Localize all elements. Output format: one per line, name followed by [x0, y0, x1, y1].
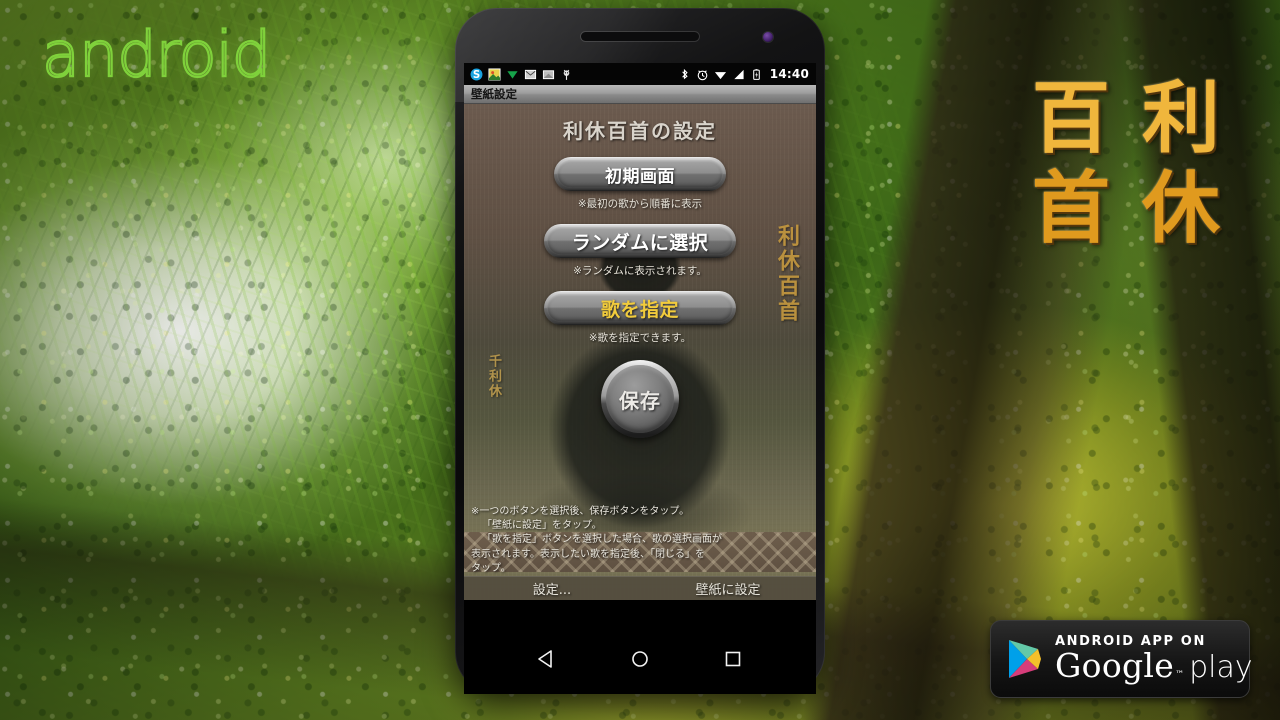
screenshot-stage: android 百 利 首 休 ANDROID APP ON Google ™ p…	[0, 0, 1280, 720]
status-bar-system-icons: 14:40	[678, 67, 809, 81]
phone-device: S 14:40 壁紙設定 利休百首 千利休 利休百首の設定 初期画面 ※最初の歌…	[455, 8, 825, 694]
instruction-line-5: タップ。	[471, 562, 511, 574]
alarm-icon	[697, 69, 708, 80]
recents-square-icon[interactable]	[722, 648, 744, 670]
app-heading: 利休百首の設定	[563, 119, 717, 143]
google-play-badge[interactable]: ANDROID APP ON Google ™ play	[990, 620, 1253, 698]
random-select-button-label: ランダムに選択	[571, 231, 709, 254]
vertical-signature-left: 千利休	[485, 354, 501, 399]
play-triangle-icon	[1009, 640, 1041, 678]
calligraphy-char-3: 首	[1031, 163, 1110, 254]
status-bar: S 14:40	[464, 63, 816, 85]
android-navigation-bar	[464, 624, 816, 694]
instructions-text: ※一つのボタンを選択後、保存ボタンをタップ。 「壁紙に設定」をタップ。 「歌を指…	[464, 505, 816, 576]
badge-product: play	[1189, 650, 1253, 686]
save-button[interactable]: 保存	[601, 360, 679, 438]
phone-screen: S 14:40 壁紙設定 利休百首 千利休 利休百首の設定 初期画面 ※最初の歌…	[464, 63, 816, 624]
specify-song-button-face: 歌を指定	[547, 294, 733, 322]
app-body: 利休百首 千利休 利休百首の設定 初期画面 ※最初の歌から順番に表示 ランダムに…	[464, 104, 816, 600]
earpiece-speaker	[581, 32, 699, 41]
skype-icon: S	[470, 68, 483, 81]
status-bar-notifications: S	[470, 67, 573, 81]
battery-icon	[753, 68, 760, 80]
app-bottom-bar: 設定... 壁紙に設定	[464, 576, 816, 600]
instruction-line-2: 「壁紙に設定」をタップ。	[482, 520, 602, 532]
initial-screen-button-face: 初期画面	[557, 160, 723, 188]
badge-trademark: ™	[1175, 670, 1185, 681]
home-circle-icon[interactable]	[629, 648, 651, 670]
app-title-bar-label: 壁紙設定	[471, 87, 517, 101]
option-group-random: ランダムに選択 ※ランダムに表示されます。	[464, 224, 816, 291]
instruction-line-1: ※一つのボタンを選択後、保存ボタンをタップ。	[471, 506, 690, 518]
option-group-specify: 歌を指定 ※歌を指定できます。	[464, 291, 816, 358]
svg-text:S: S	[473, 70, 480, 81]
calligraphy-title: 百 利 首 休	[1016, 74, 1236, 254]
back-triangle-icon[interactable]	[536, 648, 558, 670]
status-bar-clock: 14:40	[769, 67, 809, 81]
specify-song-note: ※歌を指定できます。	[588, 332, 692, 344]
badge-brand-line: Google ™ play	[1055, 649, 1253, 683]
initial-screen-note: ※最初の歌から順番に表示	[577, 198, 703, 210]
wifi-icon	[714, 71, 726, 79]
calligraphy-char-2: 利	[1141, 73, 1220, 164]
settings-button[interactable]: 設定...	[464, 579, 640, 598]
random-select-note: ※ランダムに表示されます。	[573, 265, 707, 277]
bluetooth-icon	[682, 68, 688, 79]
save-button-label: 保存	[619, 388, 661, 413]
photo-app-icon	[488, 67, 501, 81]
signal-icon	[734, 69, 744, 79]
save-button-face: 保存	[606, 365, 674, 433]
calligraphy-char-1: 百	[1031, 73, 1110, 164]
android-wordmark: android	[41, 17, 273, 92]
set-wallpaper-button[interactable]: 壁紙に設定	[640, 579, 816, 598]
initial-screen-button-label: 初期画面	[605, 166, 675, 187]
envelope-icon	[542, 69, 555, 79]
calligraphy-char-4: 休	[1141, 163, 1220, 254]
vertical-title-right: 利休百首	[774, 224, 800, 324]
app-title-bar: 壁紙設定	[464, 85, 816, 104]
instruction-line-4: 表示されます。表示したい歌を指定後、「閉じる」を	[471, 548, 705, 560]
random-select-button-face: ランダムに選択	[547, 227, 733, 255]
front-camera	[763, 32, 773, 42]
option-group-initial: 初期画面 ※最初の歌から順番に表示	[464, 157, 816, 224]
random-select-button[interactable]: ランダムに選択	[544, 224, 736, 258]
specify-song-button[interactable]: 歌を指定	[544, 291, 736, 325]
download-arrow-icon	[507, 70, 518, 79]
google-play-text: ANDROID APP ON Google ™ play	[1055, 634, 1253, 683]
instruction-line-3: 「歌を指定」ボタンを選択した場合、歌の選択画面が	[482, 534, 722, 546]
badge-brand: Google	[1055, 646, 1175, 686]
app-content: 利休百首の設定 初期画面 ※最初の歌から順番に表示 ランダムに選択 ※ランダムに…	[464, 104, 816, 438]
save-button-wrapper: 保存	[464, 360, 816, 438]
android-robot-icon	[563, 69, 570, 80]
mail-icon	[524, 69, 537, 79]
initial-screen-button[interactable]: 初期画面	[554, 157, 726, 191]
specify-song-button-label: 歌を指定	[600, 298, 679, 321]
